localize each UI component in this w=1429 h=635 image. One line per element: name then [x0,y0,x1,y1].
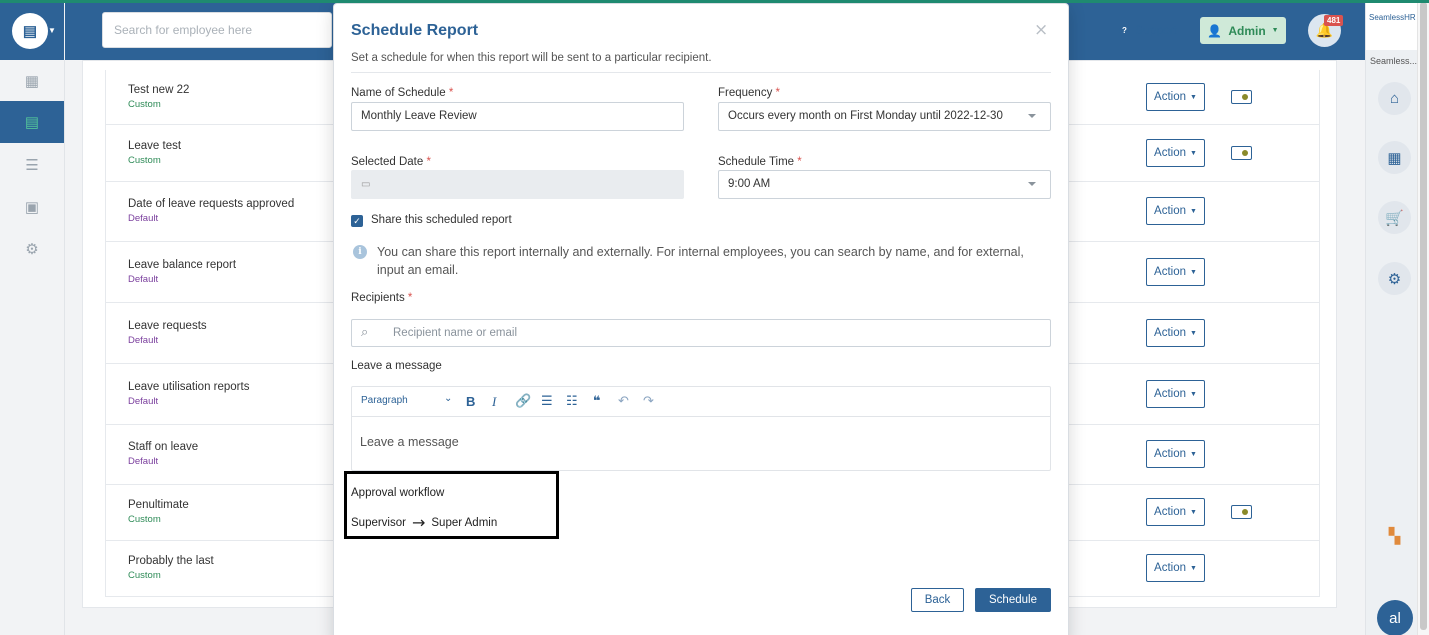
right-panel-header [1366,0,1418,50]
frequency-value: Occurs every month on First Monday until… [728,110,1003,122]
panel-caption: Seamless... [1370,56,1418,66]
grid-icon[interactable]: ▦ [1378,141,1411,174]
share-label[interactable]: Share this scheduled report [371,214,512,226]
share-checkbox[interactable]: ✓ [351,215,363,227]
approval-workflow-box: Approval workflow Supervisor → Super Adm… [344,471,559,539]
back-button[interactable]: Back [911,588,964,612]
italic-icon[interactable]: I [492,394,496,410]
editor-placeholder[interactable]: Leave a message [360,435,459,449]
arrow-right-icon: → [411,513,426,532]
schedule-button[interactable]: Schedule [975,588,1051,612]
paragraph-select[interactable]: Paragraph [361,395,408,406]
workflow-title: Approval workflow [351,487,445,499]
redo-icon[interactable]: ↷ [643,394,654,409]
recipients-label: Recipients * [351,292,413,304]
schedule-time-select[interactable]: 9:00 AM [718,170,1051,199]
brand-label: SeamlessHR [1369,13,1416,22]
undo-icon[interactable]: ↶ [618,394,629,409]
search-icon: ⌕ [361,325,369,340]
message-label: Leave a message [351,360,442,372]
workflow-step: Super Admin [431,517,498,529]
bulleted-list-icon[interactable]: ☰ [541,394,553,409]
scrollbar-thumb[interactable] [1420,2,1427,630]
recipients-placeholder: Recipient name or email [393,327,518,339]
avatar[interactable]: al [1377,600,1413,635]
editor-toolbar: Paragraph ⌄ B I 🔗 ☰ ☷ ❝ ↶ ↷ [352,387,1050,417]
workflow-steps: Supervisor → Super Admin [351,513,498,532]
right-panel: SeamlessHR Seamless... ⌂ ▦ 🛒 ⚙ ▚ al [1365,0,1418,635]
calendar-icon: ▭ [361,179,371,190]
info-icon: i [353,245,367,259]
divider [351,72,1051,73]
selected-date-label: Selected Date * [351,156,431,168]
selected-date-input[interactable]: ▭ [351,170,684,199]
modal-title: Schedule Report [351,22,479,39]
workflow-step: Supervisor [351,517,406,529]
schedule-report-modal: Schedule Report × Set a schedule for whe… [334,4,1068,635]
chevron-down-icon [1028,182,1036,186]
close-icon[interactable]: × [1034,20,1048,40]
frequency-select[interactable]: Occurs every month on First Monday until… [718,102,1051,131]
schedule-time-label: Schedule Time * [718,156,802,168]
frequency-label: Frequency * [718,87,781,99]
recipients-input[interactable]: ⌕ Recipient name or email [351,319,1051,347]
schedule-time-value: 9:00 AM [728,178,771,190]
apps-icon[interactable]: ▚ [1378,519,1411,552]
message-editor[interactable]: Paragraph ⌄ B I 🔗 ☰ ☷ ❝ ↶ ↷ Leave a mess… [351,386,1051,471]
schedule-name-label: Name of Schedule * [351,87,454,99]
cart-icon[interactable]: 🛒 [1378,201,1411,234]
chevron-down-icon [1028,114,1036,118]
top-accent-line [0,0,1429,3]
modal-subtitle: Set a schedule for when this report will… [351,52,712,64]
chevron-down-icon[interactable]: ⌄ [444,393,452,404]
bold-icon[interactable]: B [466,394,475,409]
settings-icon[interactable]: ⚙ [1378,262,1411,295]
home-icon[interactable]: ⌂ [1378,82,1411,115]
page-scrollbar[interactable] [1417,0,1429,635]
share-info-text: You can share this report internally and… [377,245,1024,277]
link-icon[interactable]: 🔗 [515,394,531,409]
blockquote-icon[interactable]: ❝ [593,394,601,409]
schedule-name-input[interactable]: Monthly Leave Review [351,102,684,131]
numbered-list-icon[interactable]: ☷ [566,394,578,409]
